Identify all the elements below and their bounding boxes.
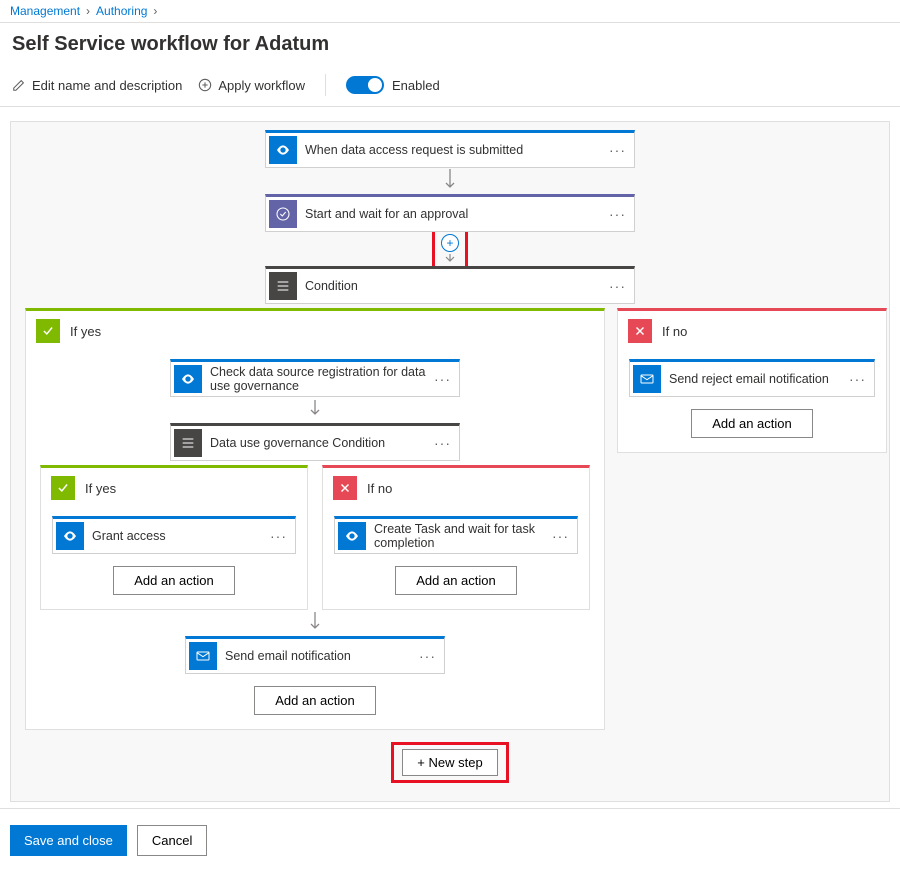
card-approval[interactable]: Start and wait for an approval ··· (265, 194, 635, 232)
apply-workflow-label: Apply workflow (218, 78, 305, 93)
card-trigger[interactable]: When data access request is submitted ··… (265, 130, 635, 168)
arrow-down-icon (444, 168, 456, 194)
add-action-button[interactable]: Add an action (113, 566, 235, 595)
condition-icon (174, 429, 202, 457)
check-icon (36, 319, 60, 343)
edit-name-button[interactable]: Edit name and description (12, 78, 182, 93)
breadcrumb: Management › Authoring › (0, 0, 900, 22)
card-check-source[interactable]: Check data source registration for data … (170, 359, 460, 397)
eye-icon (269, 136, 297, 164)
enabled-label: Enabled (392, 78, 440, 93)
condition-icon (269, 272, 297, 300)
more-icon[interactable]: ··· (411, 648, 444, 664)
more-icon[interactable]: ··· (601, 142, 634, 158)
if-yes-label: If yes (70, 324, 101, 339)
more-icon[interactable]: ··· (426, 435, 459, 451)
more-icon[interactable]: ··· (841, 371, 874, 387)
card-gov-condition-label: Data use governance Condition (210, 436, 426, 450)
approval-icon (269, 200, 297, 228)
footer: Save and close Cancel (0, 809, 900, 872)
more-icon[interactable]: ··· (601, 206, 634, 222)
card-send-reject[interactable]: Send reject email notification ··· (629, 359, 875, 397)
card-trigger-label: When data access request is submitted (305, 143, 601, 157)
card-approval-label: Start and wait for an approval (305, 207, 601, 221)
enabled-toggle[interactable] (346, 76, 384, 94)
card-condition[interactable]: Condition ··· (265, 266, 635, 304)
eye-icon (338, 522, 366, 550)
card-check-source-label: Check data source registration for data … (210, 365, 426, 393)
if-no-label: If no (662, 324, 687, 339)
add-action-button[interactable]: Add an action (691, 409, 813, 438)
add-action-button[interactable]: Add an action (395, 566, 517, 595)
plus-circle-icon (198, 78, 212, 92)
insert-step-button[interactable]: + (441, 234, 459, 252)
check-icon (51, 476, 75, 500)
card-grant-access[interactable]: Grant access ··· (52, 516, 296, 554)
chevron-right-icon: › (153, 4, 157, 18)
nested-branch-if-no: If no Create Task and wait for task comp… (322, 465, 590, 610)
workflow-canvas: When data access request is submitted ··… (10, 121, 890, 802)
eye-icon (56, 522, 84, 550)
save-button[interactable]: Save and close (10, 825, 127, 856)
mail-icon (633, 365, 661, 393)
more-icon[interactable]: ··· (262, 528, 295, 544)
breadcrumb-management[interactable]: Management (10, 4, 80, 18)
add-action-button[interactable]: Add an action (254, 686, 376, 715)
pencil-icon (12, 78, 26, 92)
arrow-down-icon (309, 397, 321, 423)
card-condition-label: Condition (305, 279, 601, 293)
branch-if-no: If no Send reject email notification ···… (617, 308, 887, 453)
breadcrumb-authoring[interactable]: Authoring (96, 4, 147, 18)
card-send-email[interactable]: Send email notification ··· (185, 636, 445, 674)
more-icon[interactable]: ··· (601, 278, 634, 294)
branch-if-yes: If yes Check data source registration fo… (25, 308, 605, 730)
highlight-new-step: + New step (391, 742, 508, 783)
chevron-right-icon: › (86, 4, 90, 18)
cancel-button[interactable]: Cancel (137, 825, 207, 856)
arrow-down-icon (309, 610, 321, 636)
if-yes-label: If yes (85, 481, 116, 496)
new-step-button[interactable]: + New step (402, 749, 497, 776)
card-gov-condition[interactable]: Data use governance Condition ··· (170, 423, 460, 461)
card-send-reject-label: Send reject email notification (669, 372, 841, 386)
card-grant-access-label: Grant access (92, 529, 262, 543)
toolbar: Edit name and description Apply workflow… (0, 70, 900, 107)
card-send-email-label: Send email notification (225, 649, 411, 663)
x-icon (628, 319, 652, 343)
highlight-insert-step: + (432, 227, 468, 271)
nested-branch-if-yes: If yes Grant access ··· Add an action (40, 465, 308, 610)
card-create-task[interactable]: Create Task and wait for task completion… (334, 516, 578, 554)
apply-workflow-button[interactable]: Apply workflow (198, 78, 305, 93)
edit-name-label: Edit name and description (32, 78, 182, 93)
card-create-task-label: Create Task and wait for task completion (374, 522, 544, 550)
separator (325, 74, 326, 96)
x-icon (333, 476, 357, 500)
page-title: Self Service workflow for Adatum (0, 23, 900, 70)
mail-icon (189, 642, 217, 670)
eye-icon (174, 365, 202, 393)
more-icon[interactable]: ··· (426, 371, 459, 387)
if-no-label: If no (367, 481, 392, 496)
more-icon[interactable]: ··· (544, 528, 577, 544)
